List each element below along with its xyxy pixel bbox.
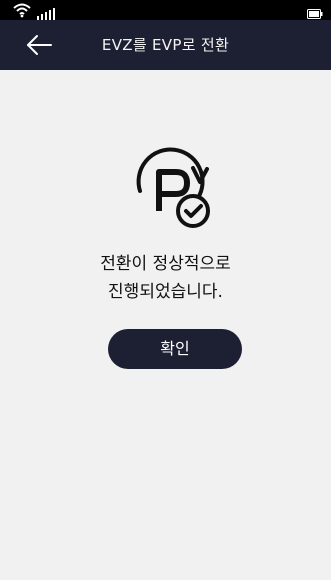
battery-icon [307,4,323,19]
wifi-icon [12,2,32,18]
app-header: EVZ를 EVP로 전환 [0,20,331,70]
message-line-1: 전환이 정상적으로 [100,254,231,274]
message-line-2: 진행되었습니다. [108,282,223,302]
signal-icon [37,5,57,20]
app-screen: EVZ를 EVP로 전환 전환이 정상적으로 진행되었습니다. 확인 [0,0,331,580]
success-message: 전환이 정상적으로 진행되었습니다. [0,250,331,306]
page-title: EVZ를 EVP로 전환 [101,36,230,54]
confirm-button[interactable]: 확인 [108,329,242,369]
status-bar [0,0,331,20]
main-content: 전환이 정상적으로 진행되었습니다. 확인 [0,70,331,580]
parking-check-refresh-icon [120,138,220,238]
